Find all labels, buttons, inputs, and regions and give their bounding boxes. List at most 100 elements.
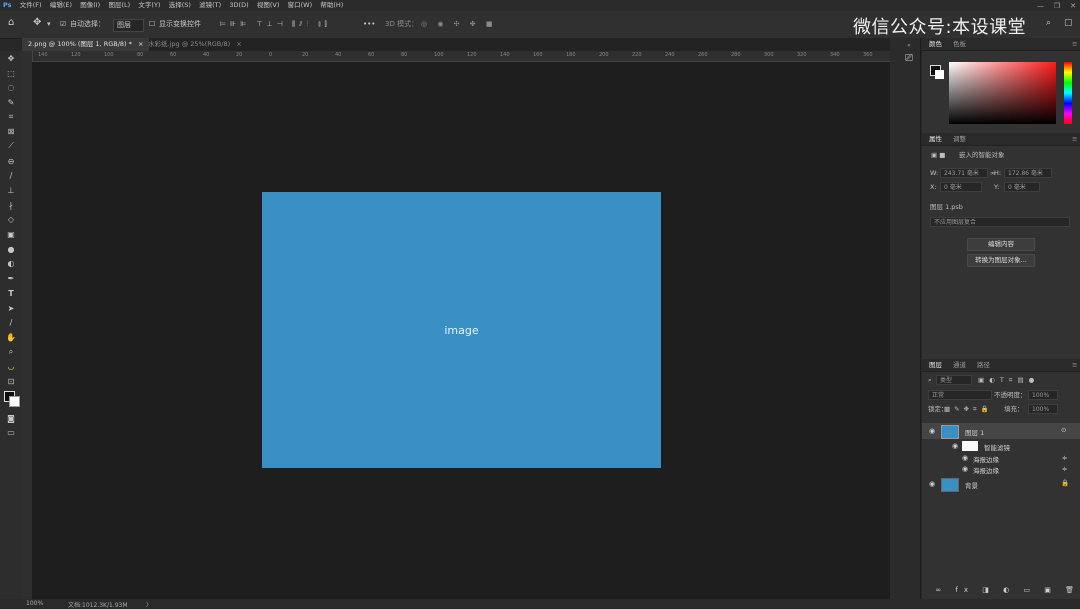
tab-2png[interactable]: 2.png @ 100% (图层 1, RGB/8) * × bbox=[22, 38, 150, 51]
default-colors-icon[interactable]: ⊡ bbox=[0, 374, 22, 389]
zoom-tool-icon[interactable]: ⌕ bbox=[0, 345, 22, 360]
lock-icons[interactable]: ▩✎✥⌗🔒 bbox=[944, 405, 993, 414]
filter-options-icon[interactable]: ≑ bbox=[1062, 465, 1067, 473]
eyedropper-tool-icon[interactable]: ⟋ bbox=[0, 139, 22, 154]
history-brush-icon[interactable]: ∤ bbox=[0, 198, 22, 213]
fill-field[interactable]: 100% bbox=[1028, 404, 1058, 414]
tab-properties[interactable]: 属性 bbox=[929, 133, 942, 145]
layer-filter-dropdown[interactable]: 类型 bbox=[936, 375, 972, 385]
y-field[interactable]: 0 毫米 bbox=[1004, 182, 1040, 192]
shape-tool-icon[interactable]: ∕ bbox=[0, 315, 22, 330]
visibility-eye-icon[interactable]: ◉ bbox=[962, 465, 968, 473]
hand-tool-icon[interactable]: ✋ bbox=[0, 330, 22, 345]
layers-footer-icons[interactable]: ∞ fx ◨ ◐ ▭ ▣ 🗑 bbox=[922, 586, 1080, 598]
hue-slider[interactable] bbox=[1064, 62, 1072, 124]
chevron-down-icon[interactable]: ▾ bbox=[47, 19, 51, 30]
opacity-field[interactable]: 100% bbox=[1028, 390, 1058, 400]
more-options-button[interactable]: ••• bbox=[363, 19, 375, 30]
menu-view[interactable]: 视图(V) bbox=[254, 0, 283, 11]
menu-type[interactable]: 文字(Y) bbox=[135, 0, 163, 11]
tab-watercolor[interactable]: 水彩纸.jpg @ 25%(RGB/8) × bbox=[142, 38, 248, 51]
lasso-tool-icon[interactable]: ◌ bbox=[0, 80, 22, 95]
search-icon[interactable]: ⌕ bbox=[1046, 18, 1051, 29]
height-field[interactable]: 172.86 毫米 bbox=[1004, 168, 1052, 178]
menu-3d[interactable]: 3D(D) bbox=[226, 0, 251, 11]
gradient-tool-icon[interactable]: ▣ bbox=[0, 227, 22, 242]
tab-swatches[interactable]: 色板 bbox=[953, 38, 966, 50]
screen-mode-icon[interactable]: ▭ bbox=[0, 426, 22, 441]
menu-select[interactable]: 选择(S) bbox=[166, 0, 194, 11]
menu-window[interactable]: 窗口(W) bbox=[285, 0, 316, 11]
color-field[interactable] bbox=[949, 62, 1056, 124]
move-tool-icon[interactable]: ✥ bbox=[0, 51, 22, 66]
home-icon[interactable]: ⌂ bbox=[8, 17, 14, 28]
zoom-level[interactable]: 100% bbox=[26, 600, 43, 607]
distribute-icons[interactable]: ⫼⫽⫶ ⫾⫿ bbox=[292, 19, 331, 30]
background-color-swatch[interactable] bbox=[9, 395, 20, 407]
tab-channels[interactable]: 通道 bbox=[953, 359, 966, 371]
width-field[interactable]: 243.71 毫米 bbox=[940, 168, 988, 178]
menu-filter[interactable]: 滤镜(T) bbox=[196, 0, 224, 11]
blur-tool-icon[interactable]: ● bbox=[0, 242, 22, 257]
color-swatches[interactable] bbox=[0, 389, 22, 411]
background-color-swatch[interactable] bbox=[935, 70, 944, 79]
healing-brush-icon[interactable]: ⊖ bbox=[0, 154, 22, 169]
eraser-tool-icon[interactable]: ◇ bbox=[0, 213, 22, 228]
dodge-tool-icon[interactable]: ◐ bbox=[0, 257, 22, 272]
panel-menu-icon[interactable]: ≡ bbox=[1072, 133, 1077, 145]
visibility-eye-icon[interactable]: ◉ bbox=[952, 442, 958, 450]
panel-menu-icon[interactable]: ≡ bbox=[1072, 38, 1077, 50]
vertical-scrollbar[interactable] bbox=[890, 38, 898, 599]
tab-layers[interactable]: 图层 bbox=[929, 359, 942, 371]
close-icon[interactable]: × bbox=[236, 40, 241, 48]
visibility-eye-icon[interactable]: ◉ bbox=[929, 427, 935, 435]
frame-tool-icon[interactable]: ⊠ bbox=[0, 124, 22, 139]
layer-row-background[interactable]: ◉ 背景 🔒 bbox=[922, 476, 1080, 492]
x-field[interactable]: 0 毫米 bbox=[940, 182, 982, 192]
panel-menu-icon[interactable]: ≡ bbox=[1072, 359, 1077, 371]
marquee-tool-icon[interactable]: ⬚ bbox=[0, 66, 22, 81]
path-select-icon[interactable]: ➤ bbox=[0, 301, 22, 316]
menu-edit[interactable]: 编辑(E) bbox=[47, 0, 75, 11]
tab-paths[interactable]: 路径 bbox=[977, 359, 990, 371]
tab-color[interactable]: 颜色 bbox=[929, 38, 942, 50]
history-icon[interactable]: ⎚ bbox=[898, 53, 920, 64]
3d-mode-icons[interactable]: ◎ ◉ ✣ ✤ ■ bbox=[421, 19, 496, 30]
close-button[interactable]: ✕ bbox=[1070, 2, 1076, 10]
move-tool-icon[interactable]: ✥ bbox=[33, 17, 41, 28]
collapse-icon[interactable]: « bbox=[898, 42, 920, 49]
edit-contents-button[interactable]: 编辑内容 bbox=[967, 238, 1035, 251]
layer-row-smart-filters[interactable]: ◉ 智能滤镜 bbox=[922, 440, 1080, 452]
layer-row-filter-2[interactable]: ◉ 海报边缘 ≑ bbox=[922, 464, 1080, 475]
restore-button[interactable]: ❐ bbox=[1054, 2, 1060, 10]
menu-file[interactable]: 文件(F) bbox=[17, 0, 45, 11]
pen-tool-icon[interactable]: ✒ bbox=[0, 271, 22, 286]
photoshop-logo[interactable]: Ps bbox=[0, 0, 15, 11]
blend-mode-dropdown[interactable]: 正常 bbox=[928, 390, 992, 400]
show-transform-checkbox[interactable]: ☐ bbox=[149, 19, 155, 30]
align-icons[interactable]: ⊨⊪⊫ ⊤⊥⊣ bbox=[220, 19, 287, 30]
minimize-button[interactable]: — bbox=[1037, 2, 1044, 10]
workspace-icon[interactable]: ▢ bbox=[1064, 18, 1073, 29]
quick-select-tool-icon[interactable]: ✎ bbox=[0, 95, 22, 110]
auto-select-checkbox[interactable]: ☑ bbox=[60, 19, 66, 30]
layer-row-layer1[interactable]: ◉ 图层 1 ⊙ bbox=[922, 423, 1080, 439]
visibility-eye-icon[interactable]: ◉ bbox=[962, 454, 968, 462]
menu-layer[interactable]: 图层(L) bbox=[105, 0, 133, 11]
banana-icon[interactable]: ◡ bbox=[0, 359, 22, 374]
menu-help[interactable]: 帮助(H) bbox=[317, 0, 346, 11]
filter-icons[interactable]: ▣◐T⌗▤● bbox=[978, 376, 1039, 385]
canvas-image[interactable]: image bbox=[262, 192, 661, 468]
layer-row-filter-1[interactable]: ◉ 海报边缘 ≑ bbox=[922, 453, 1080, 464]
auto-select-dropdown[interactable]: 图层 bbox=[113, 19, 144, 32]
type-tool-icon[interactable]: T bbox=[0, 286, 22, 301]
tab-adjustments[interactable]: 调整 bbox=[953, 133, 966, 145]
visibility-eye-icon[interactable]: ◉ bbox=[929, 480, 935, 488]
quick-mask-icon[interactable]: ◙ bbox=[0, 411, 22, 426]
clone-stamp-icon[interactable]: ⊥ bbox=[0, 183, 22, 198]
brush-tool-icon[interactable]: ∕ bbox=[0, 169, 22, 184]
menu-image[interactable]: 图像(I) bbox=[77, 0, 103, 11]
layer-comp-dropdown[interactable]: 不应用图层复合 bbox=[930, 217, 1070, 227]
convert-to-layers-button[interactable]: 转换为图层对象... bbox=[967, 254, 1035, 267]
smart-filter-badge-icon[interactable]: ⊙ bbox=[1061, 426, 1066, 434]
